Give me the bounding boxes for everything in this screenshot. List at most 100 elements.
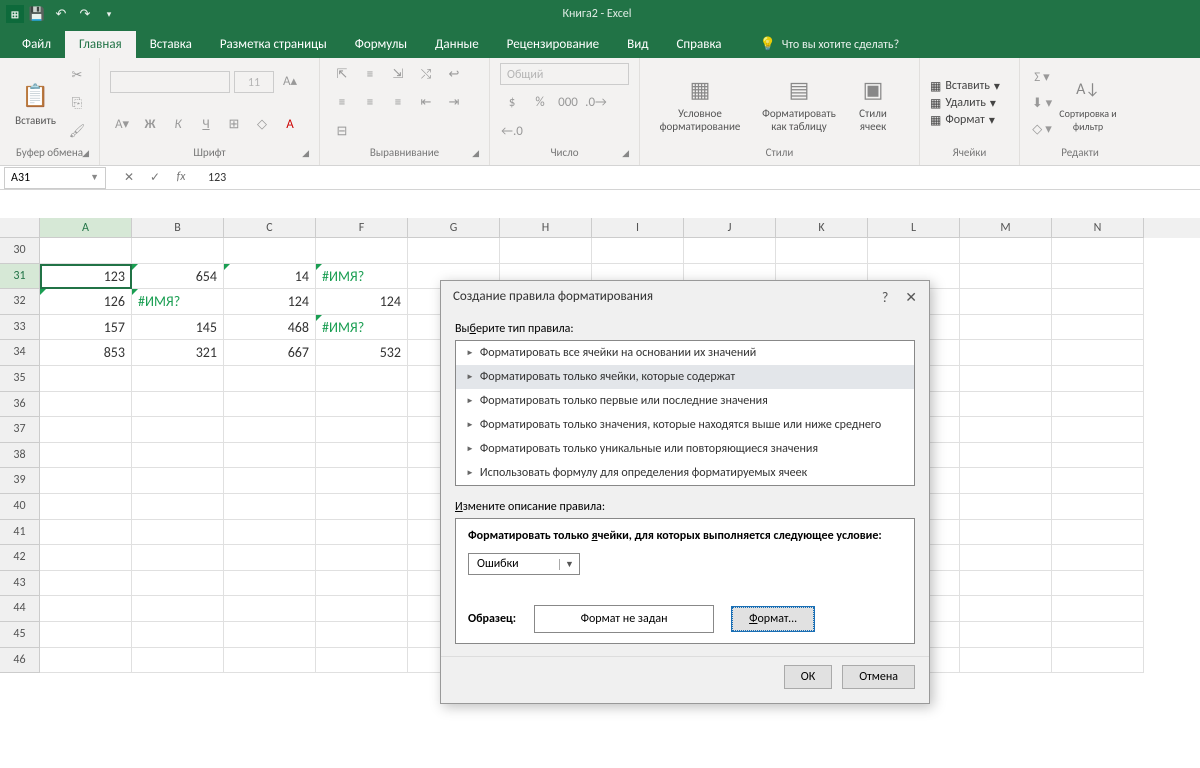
- rule-type-item[interactable]: Форматировать только уникальные или повт…: [456, 437, 914, 461]
- comma-icon[interactable]: 000: [556, 92, 580, 114]
- cell[interactable]: [132, 366, 224, 392]
- cell[interactable]: [316, 443, 408, 469]
- cell[interactable]: [132, 443, 224, 469]
- cell[interactable]: [868, 238, 960, 264]
- column-header[interactable]: N: [1052, 218, 1144, 238]
- formula-input[interactable]: 123: [200, 171, 1200, 185]
- cell[interactable]: [224, 571, 316, 597]
- tab-view[interactable]: Вид: [613, 31, 662, 58]
- select-all-corner[interactable]: [0, 218, 40, 238]
- cell[interactable]: [960, 622, 1052, 648]
- cell[interactable]: [40, 468, 132, 494]
- column-header[interactable]: A: [40, 218, 132, 238]
- autosum-icon[interactable]: Σ ▾: [1030, 66, 1054, 88]
- name-box-dropdown-icon[interactable]: ▼: [90, 172, 99, 183]
- cell[interactable]: 853: [40, 340, 132, 366]
- cell[interactable]: [1052, 571, 1144, 597]
- cell[interactable]: [40, 545, 132, 571]
- cancel-button[interactable]: Отмена: [842, 665, 915, 689]
- row-header[interactable]: 31: [0, 264, 40, 290]
- fx-icon[interactable]: fx: [168, 170, 194, 185]
- cell[interactable]: [40, 648, 132, 674]
- cell[interactable]: [40, 596, 132, 622]
- column-header[interactable]: G: [408, 218, 500, 238]
- rule-type-item[interactable]: Форматировать только значения, которые н…: [456, 413, 914, 437]
- cell[interactable]: [960, 494, 1052, 520]
- row-header[interactable]: 36: [0, 392, 40, 418]
- cell[interactable]: [316, 571, 408, 597]
- column-header[interactable]: I: [592, 218, 684, 238]
- cell[interactable]: [960, 571, 1052, 597]
- undo-icon[interactable]: ↶: [50, 3, 72, 25]
- cell[interactable]: [40, 392, 132, 418]
- cell[interactable]: 321: [132, 340, 224, 366]
- cell[interactable]: 667: [224, 340, 316, 366]
- redo-icon[interactable]: ↷: [74, 3, 96, 25]
- cell[interactable]: 654: [132, 264, 224, 290]
- qat-dropdown-icon[interactable]: ▾: [98, 3, 120, 25]
- merge-icon[interactable]: ⊟: [330, 121, 354, 143]
- wrap-icon[interactable]: ↩: [442, 63, 466, 85]
- indent-inc-icon[interactable]: ⇥: [442, 92, 466, 114]
- cell[interactable]: [960, 366, 1052, 392]
- align-top-icon[interactable]: ⇱: [330, 63, 354, 85]
- row-header[interactable]: 32: [0, 289, 40, 315]
- cell[interactable]: [40, 520, 132, 546]
- cell[interactable]: [1052, 622, 1144, 648]
- cell[interactable]: [316, 648, 408, 674]
- increase-font-icon[interactable]: A▴: [278, 71, 302, 93]
- border-icon[interactable]: ⊞: [222, 114, 246, 136]
- tab-insert[interactable]: Вставка: [136, 31, 206, 58]
- align-right-icon[interactable]: ≡: [386, 92, 410, 114]
- sort-filter-button[interactable]: A↓ Сортировка и фильтр: [1058, 73, 1118, 133]
- cell[interactable]: [960, 340, 1052, 366]
- condition-type-select[interactable]: Ошибки ▼: [468, 553, 580, 575]
- cell[interactable]: [960, 545, 1052, 571]
- cell[interactable]: [1052, 648, 1144, 674]
- cell[interactable]: [224, 520, 316, 546]
- name-box[interactable]: A31 ▼: [4, 167, 106, 189]
- cell[interactable]: [960, 468, 1052, 494]
- cell[interactable]: [132, 520, 224, 546]
- align-bot-icon[interactable]: ⇲: [386, 63, 410, 85]
- tell-me-search[interactable]: 💡 Что вы хотите сделать?: [748, 31, 912, 58]
- format-painter-icon[interactable]: 🖌: [65, 120, 89, 142]
- cell[interactable]: [224, 417, 316, 443]
- cell[interactable]: [1052, 289, 1144, 315]
- cell[interactable]: [960, 315, 1052, 341]
- cell[interactable]: [684, 238, 776, 264]
- cell[interactable]: [316, 238, 408, 264]
- column-header[interactable]: B: [132, 218, 224, 238]
- dec-decimal-icon[interactable]: ←.0: [500, 121, 524, 143]
- cell[interactable]: [224, 648, 316, 674]
- cell[interactable]: [960, 520, 1052, 546]
- row-header[interactable]: 39: [0, 468, 40, 494]
- row-header[interactable]: 43: [0, 571, 40, 597]
- row-header[interactable]: 37: [0, 417, 40, 443]
- cell[interactable]: [592, 238, 684, 264]
- column-header[interactable]: M: [960, 218, 1052, 238]
- underline-icon[interactable]: Ч: [194, 114, 218, 136]
- cell[interactable]: [132, 238, 224, 264]
- cut-icon[interactable]: ✂: [65, 64, 89, 86]
- align-mid-icon[interactable]: ≡: [358, 63, 382, 85]
- row-header[interactable]: 44: [0, 596, 40, 622]
- number-format-select[interactable]: Общий: [500, 63, 629, 85]
- close-icon[interactable]: ✕: [905, 289, 917, 306]
- rule-type-item[interactable]: Использовать формулу для определения фор…: [456, 461, 914, 485]
- tab-help[interactable]: Справка: [662, 31, 735, 58]
- rule-type-item[interactable]: Форматировать все ячейки на основании их…: [456, 341, 914, 365]
- row-header[interactable]: 35: [0, 366, 40, 392]
- cell[interactable]: [1052, 366, 1144, 392]
- cell[interactable]: [224, 392, 316, 418]
- cell[interactable]: [316, 417, 408, 443]
- cell[interactable]: [1052, 392, 1144, 418]
- format-button[interactable]: Формат...: [732, 607, 814, 631]
- cell[interactable]: [1052, 596, 1144, 622]
- cell[interactable]: 145: [132, 315, 224, 341]
- tab-data[interactable]: Данные: [421, 31, 493, 58]
- format-as-table-button[interactable]: ▤ Форматировать как таблицу: [754, 73, 844, 133]
- copy-icon[interactable]: ⎘: [65, 92, 89, 114]
- cell[interactable]: 123: [40, 264, 132, 290]
- column-header[interactable]: K: [776, 218, 868, 238]
